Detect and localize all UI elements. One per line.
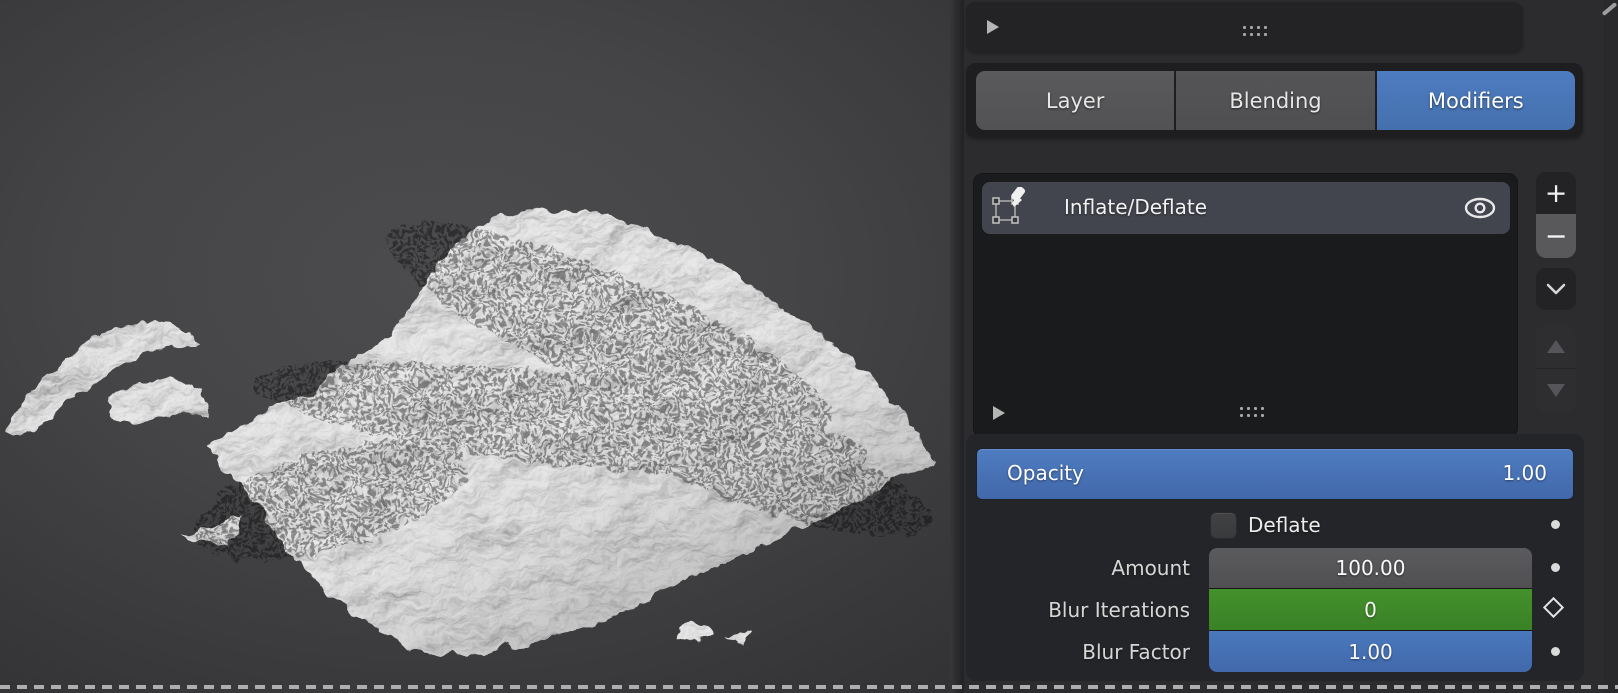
scrollbar-thumb[interactable] bbox=[1602, 2, 1618, 16]
deflate-checkbox[interactable] bbox=[1210, 512, 1237, 539]
collapsed-panel-header[interactable] bbox=[966, 2, 1523, 52]
keyframe-dot-blur-factor[interactable] bbox=[1551, 647, 1560, 656]
list-move-group bbox=[1536, 325, 1576, 412]
tab-modifiers[interactable]: Modifiers bbox=[1377, 71, 1575, 130]
list-add-remove-group: + − bbox=[1536, 172, 1576, 258]
region-divider[interactable] bbox=[950, 0, 964, 693]
opacity-value: 1.00 bbox=[1502, 461, 1547, 485]
modifier-name: Inflate/Deflate bbox=[1064, 195, 1207, 219]
properties-panel: Layer Blending Modifiers bbox=[964, 0, 1618, 693]
scrollbar-track[interactable] bbox=[1604, 0, 1618, 693]
add-modifier-button[interactable]: + bbox=[1536, 172, 1576, 214]
list-specials-menu-button[interactable] bbox=[1536, 268, 1576, 310]
expand-arrow-icon[interactable] bbox=[986, 19, 1000, 35]
blur-iterations-label: Blur Iterations bbox=[990, 598, 1190, 622]
visibility-eye-icon[interactable] bbox=[1462, 195, 1498, 221]
amount-field[interactable]: 100.00 bbox=[1209, 548, 1532, 588]
keyframe-dot-deflate[interactable] bbox=[1551, 520, 1560, 529]
region-bottom-divider[interactable] bbox=[0, 685, 1618, 689]
value-fields-group: 100.00 0 1.00 bbox=[1209, 548, 1532, 672]
drag-handle-icon[interactable] bbox=[1240, 407, 1264, 417]
modifier-list-item[interactable]: Inflate/Deflate bbox=[982, 182, 1510, 234]
gp-modifier-icon bbox=[990, 187, 1028, 229]
deflate-label: Deflate bbox=[1248, 513, 1321, 537]
triangle-down-icon bbox=[1547, 384, 1565, 397]
modifier-list[interactable]: Inflate/Deflate bbox=[973, 173, 1518, 438]
keyframe-dot-amount[interactable] bbox=[1551, 563, 1560, 572]
tab-layer[interactable]: Layer bbox=[976, 71, 1174, 130]
move-down-button[interactable] bbox=[1536, 369, 1576, 412]
amount-label: Amount bbox=[990, 556, 1190, 580]
tabs-container: Layer Blending Modifiers bbox=[966, 63, 1583, 138]
opacity-slider[interactable]: Opacity 1.00 bbox=[976, 448, 1574, 500]
chevron-down-icon bbox=[1546, 283, 1566, 295]
blur-factor-field[interactable]: 1.00 bbox=[1209, 631, 1532, 672]
move-up-button[interactable] bbox=[1536, 325, 1576, 368]
opacity-label: Opacity bbox=[1007, 461, 1084, 485]
tab-blending[interactable]: Blending bbox=[1176, 71, 1374, 130]
3d-viewport[interactable] bbox=[0, 0, 950, 693]
blur-iterations-field[interactable]: 0 bbox=[1209, 589, 1532, 630]
tab-group: Layer Blending Modifiers bbox=[976, 71, 1575, 130]
triangle-up-icon bbox=[1547, 340, 1565, 353]
blur-factor-label: Blur Factor bbox=[990, 640, 1190, 664]
app-window: Layer Blending Modifiers bbox=[0, 0, 1618, 693]
sculpted-mesh[interactable] bbox=[0, 0, 950, 693]
expand-arrow-icon[interactable] bbox=[992, 405, 1006, 421]
drag-handle-icon[interactable] bbox=[1243, 26, 1267, 36]
remove-modifier-button[interactable]: − bbox=[1536, 214, 1576, 258]
